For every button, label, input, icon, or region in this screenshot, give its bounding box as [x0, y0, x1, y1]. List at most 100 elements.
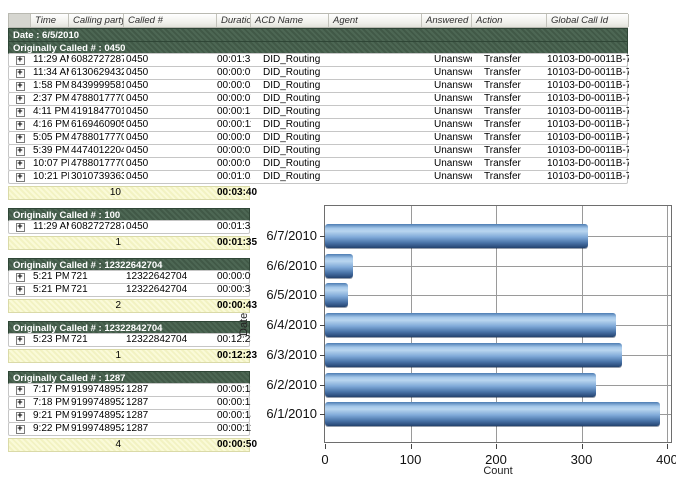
summary-total-duration: 00:00:43 [217, 300, 251, 312]
summary-total-duration: 00:12:23 [217, 350, 251, 362]
expand-row-button[interactable]: + [16, 82, 25, 91]
expand-row-button[interactable]: + [16, 56, 25, 65]
cell-called: 12322642704 [124, 284, 217, 296]
cell-duration: 00:00:34 [217, 284, 251, 296]
column-header-global-call-id[interactable]: Global Call Id [547, 14, 629, 27]
cell-called: 1287 [124, 384, 217, 396]
summary-call-count: 1 [69, 350, 124, 362]
cell-answered: Unanswered [422, 158, 472, 170]
table-row: +5:05 PM4788017770045000:00:07DID_Routin… [8, 131, 628, 145]
expand-cell: + [9, 386, 31, 395]
expand-row-button[interactable]: + [16, 173, 25, 182]
cell-time: 10:21 PM [31, 171, 69, 183]
cell-duration: 00:01:35 [217, 54, 251, 66]
bar-6-2-2010 [325, 373, 596, 397]
expand-row-button[interactable]: + [16, 147, 25, 156]
cell-answered: Unanswered [422, 171, 472, 183]
cell-answered: Unanswered [422, 80, 472, 92]
summary-total-duration: 00:01:35 [217, 237, 251, 249]
bar-6-4-2010 [325, 313, 616, 337]
column-header-acd-name[interactable]: ACD Name [251, 14, 329, 27]
summary-call-count: 10 [69, 187, 124, 199]
expand-cell: + [9, 69, 31, 78]
expand-row-button[interactable]: + [16, 273, 25, 282]
column-header-agent[interactable]: Agent [329, 14, 422, 27]
expand-row-button[interactable]: + [16, 95, 25, 104]
cell-global-id: 10103-D0-0011B-770 [547, 80, 629, 92]
y-axis-tick-3 [320, 325, 325, 326]
column-header-calling-party[interactable]: Calling party # [69, 14, 124, 27]
expand-row-button[interactable]: + [16, 412, 25, 421]
cell-called: 0450 [124, 106, 217, 118]
expand-row-button[interactable]: + [16, 108, 25, 117]
expand-cell: + [9, 108, 31, 117]
cell-called: 1287 [124, 397, 217, 409]
cell-acd-name: DID_Routing [251, 145, 329, 157]
cell-duration: 00:00:12 [217, 397, 251, 409]
cell-answered: Unanswered [422, 119, 472, 131]
column-header-duration[interactable]: Duration [217, 14, 251, 27]
cell-calling: 9199748952 [69, 423, 124, 435]
cell-calling: 3010739363 [69, 171, 124, 183]
cell-calling: 9199748952 [69, 410, 124, 422]
column-header-time[interactable]: Time [31, 14, 69, 27]
cell-duration: 00:00:11 [217, 423, 251, 435]
table-row: +11:29 AM6082727287045000:01:35DID_Routi… [8, 53, 628, 67]
bar-6-1-2010 [325, 402, 660, 426]
group-summary-row: 1 00:12:23 [8, 349, 250, 363]
column-header-answered[interactable]: Answered [422, 14, 472, 27]
cell-answered: Unanswered [422, 67, 472, 79]
expand-row-button[interactable]: + [16, 386, 25, 395]
table-row: +11:29 AM6082727287045000:01:35 [8, 220, 250, 234]
cell-called: 1287 [124, 423, 217, 435]
table-row: +9:21 PM9199748952128700:00:14 [8, 409, 250, 423]
y-tick-label-6: 6/1/2010 [247, 406, 317, 421]
expand-cell: + [9, 223, 31, 232]
expand-cell: + [9, 147, 31, 156]
cell-action: Transfer [472, 145, 547, 157]
cell-called: 0450 [124, 67, 217, 79]
cell-duration: 00:00:14 [217, 410, 251, 422]
cell-action: Transfer [472, 119, 547, 131]
expand-row-button[interactable]: + [16, 286, 25, 295]
summary-call-count: 4 [69, 439, 124, 451]
y-axis-tick-0 [320, 236, 325, 237]
expand-row-button[interactable]: + [16, 69, 25, 78]
cell-answered: Unanswered [422, 93, 472, 105]
column-header-called[interactable]: Called # [124, 14, 217, 27]
cell-time: 1:58 PM [31, 80, 69, 92]
expand-row-button[interactable]: + [16, 134, 25, 143]
summary-total-duration: 00:03:40 [217, 187, 251, 199]
cell-calling: 6082727287 [69, 54, 124, 66]
cell-global-id: 10103-D0-0011B-773 [547, 119, 629, 131]
cell-duration: 00:00:09 [217, 67, 251, 79]
table-row: +5:39 PM4474012204045000:00:03DID_Routin… [8, 144, 628, 158]
expand-row-button[interactable]: + [16, 399, 25, 408]
x-axis-tick-200 [496, 444, 497, 449]
expand-row-button[interactable]: + [16, 223, 25, 232]
cell-calling: 6169460905 [69, 119, 124, 131]
cell-time: 9:22 PM [31, 423, 69, 435]
expand-row-button[interactable]: + [16, 336, 25, 345]
cell-time: 11:29 AM [31, 54, 69, 66]
chart-x-axis-title: Count [324, 465, 672, 477]
cell-time: 4:16 PM [31, 119, 69, 131]
cell-action: Transfer [472, 67, 547, 79]
group-summary-row: 200:00:43 [8, 299, 250, 313]
gridline-x-400 [667, 206, 668, 442]
y-axis-tick-5 [320, 385, 325, 386]
expand-row-button[interactable]: + [16, 425, 25, 434]
expand-row-button[interactable]: + [16, 121, 25, 130]
cell-calling: 4788017770 [69, 93, 124, 105]
cell-acd-name: DID_Routing [251, 171, 329, 183]
cell-global-id: 10103-D0-0011B-77E [547, 158, 629, 170]
gridline-y-1 [325, 266, 671, 267]
y-tick-label-5: 6/2/2010 [247, 377, 317, 392]
cell-time: 7:17 PM [31, 384, 69, 396]
cell-called: 1287 [124, 410, 217, 422]
table-row: +5:21 PM7211232264270400:00:09 [8, 270, 250, 284]
cell-global-id: 10103-D0-0011B-774 [547, 132, 629, 144]
expand-row-button[interactable]: + [16, 160, 25, 169]
cell-calling: 721 [69, 334, 124, 346]
column-header-action[interactable]: Action [472, 14, 547, 27]
